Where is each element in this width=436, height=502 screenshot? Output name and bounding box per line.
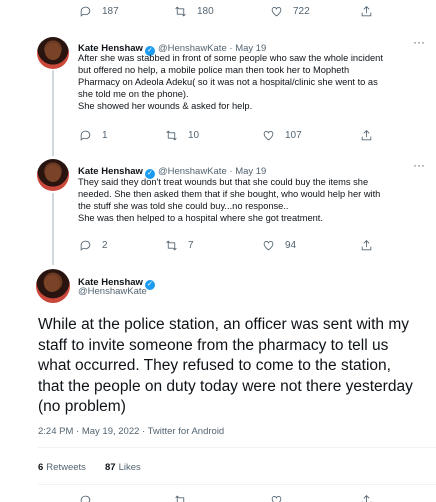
- retweet-icon: [166, 130, 177, 141]
- tweet-line: but offered no help, a mobile police man…: [78, 65, 350, 75]
- tweet-line: that the people on duty today were not t…: [38, 377, 413, 395]
- reply-icon: [80, 495, 91, 502]
- retweet-action[interactable]: 10: [165, 129, 199, 142]
- reply-action[interactable]: 2: [79, 239, 108, 252]
- reply-action[interactable]: [79, 494, 102, 502]
- retweets-stat[interactable]: 6 Retweets: [38, 462, 86, 473]
- retweet-count: 180: [197, 6, 214, 17]
- share-action[interactable]: [360, 239, 383, 252]
- tweet-line: the stuff she was told she could buy...n…: [78, 201, 289, 211]
- like-action[interactable]: 94: [262, 239, 296, 252]
- retweets-label: Retweets: [46, 462, 86, 473]
- reply-icon: [80, 240, 91, 251]
- reply-count: 2: [102, 240, 108, 251]
- tweet-line: They said they don't treat wounds but th…: [78, 177, 369, 187]
- reply-count: 1: [102, 130, 108, 141]
- like-action[interactable]: 722: [270, 5, 310, 18]
- more-options-icon[interactable]: ···: [413, 158, 425, 172]
- heart-icon: [271, 7, 282, 17]
- like-action[interactable]: [270, 494, 293, 502]
- retweets-count: 6: [38, 462, 44, 473]
- reply-action[interactable]: 187: [79, 5, 119, 18]
- retweet-action[interactable]: [174, 494, 197, 502]
- share-action[interactable]: [360, 5, 383, 18]
- tweet-text: After she was stabbed in front of some p…: [78, 52, 428, 112]
- avatar[interactable]: [37, 37, 69, 69]
- tweet-line: Pharmacy on Adeola Adeku( so it was not …: [78, 77, 378, 87]
- retweet-icon: [175, 495, 185, 502]
- tweet-line: needed. She then asked them that if she …: [78, 189, 381, 199]
- likes-stat[interactable]: 87 Likes: [105, 462, 141, 473]
- tweet-timestamp[interactable]: 2:24 PM · May 19, 2022 · Twitter for And…: [38, 426, 224, 437]
- like-count: 94: [285, 240, 297, 251]
- likes-count: 87: [105, 462, 116, 473]
- retweet-icon: [166, 240, 177, 251]
- avatar[interactable]: [36, 269, 70, 303]
- share-icon: [361, 6, 372, 17]
- share-icon: [361, 130, 372, 141]
- divider: [38, 447, 436, 448]
- thread-line: [52, 70, 54, 156]
- heart-icon: [263, 241, 274, 251]
- retweet-action[interactable]: 180: [174, 5, 214, 18]
- tweet-line: She showed her wounds & asked for help.: [78, 101, 253, 111]
- share-action[interactable]: [360, 494, 383, 502]
- tweet-line: She was then helped to a hospital where …: [78, 213, 323, 223]
- reply-action[interactable]: 1: [79, 129, 108, 142]
- likes-label: Likes: [118, 462, 141, 473]
- like-count: 107: [285, 130, 302, 141]
- retweet-count: 10: [188, 130, 200, 141]
- reply-icon: [80, 6, 91, 17]
- share-icon: [361, 240, 372, 251]
- author-handle[interactable]: @HenshawKate: [78, 286, 147, 297]
- more-options-icon[interactable]: ···: [413, 35, 425, 49]
- tweet-line: what occurred. They refused to come to t…: [38, 357, 391, 374]
- main-tweet-text: While at the police station, an officer …: [38, 315, 436, 418]
- tweet-line: staff to invite someone from the pharmac…: [38, 336, 389, 354]
- tweet-line: While at the police station, an officer …: [38, 316, 410, 333]
- retweet-count: 7: [188, 240, 194, 251]
- like-action[interactable]: 107: [262, 129, 302, 142]
- share-action[interactable]: [360, 129, 383, 142]
- tweet-line: she told me on the phone).: [78, 89, 189, 99]
- share-icon: [361, 495, 372, 502]
- reply-icon: [80, 130, 91, 141]
- heart-icon: [263, 131, 274, 141]
- heart-icon: [271, 496, 282, 502]
- tweet-line: After she was stabbed in front of some p…: [78, 53, 383, 63]
- reply-count: 187: [102, 6, 119, 17]
- tweet-text: They said they don't treat wounds but th…: [78, 176, 428, 224]
- thread-line: [52, 193, 54, 265]
- divider: [38, 484, 436, 485]
- tweet-line: (no problem): [38, 398, 126, 415]
- avatar[interactable]: [37, 159, 69, 191]
- like-count: 722: [293, 6, 310, 17]
- retweet-action[interactable]: 7: [165, 239, 194, 252]
- retweet-icon: [175, 6, 186, 17]
